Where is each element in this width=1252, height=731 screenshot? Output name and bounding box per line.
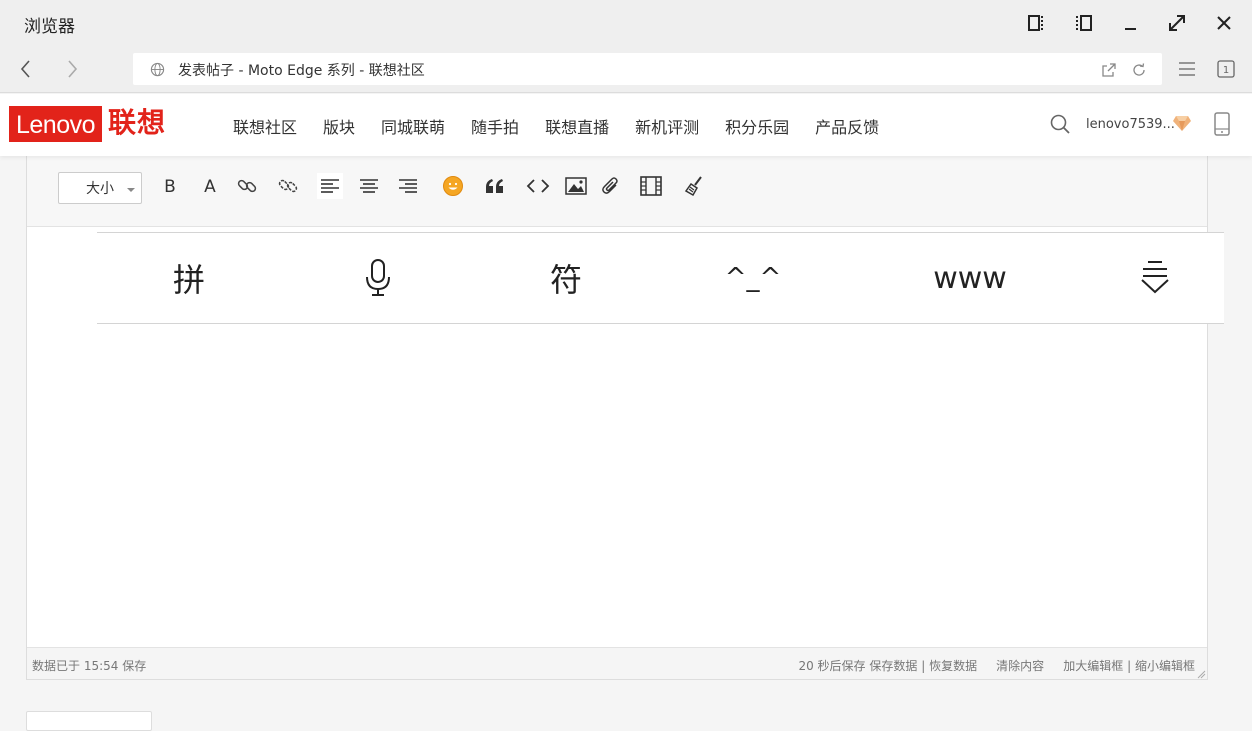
- emoji-icon[interactable]: [440, 173, 466, 199]
- emoticon-key[interactable]: ^_^: [708, 233, 798, 323]
- code-icon[interactable]: [525, 173, 551, 199]
- mic-icon[interactable]: [333, 233, 423, 323]
- chevron-down-icon: [127, 188, 135, 192]
- nav-item[interactable]: 版块: [323, 114, 355, 138]
- post-editor: 大小 B A 拼 符 ^_^ www 数据已于 15:54 保存 20 秒后保存…: [26, 156, 1224, 680]
- image-icon[interactable]: [563, 173, 589, 199]
- attachment-icon[interactable]: [598, 173, 624, 199]
- separator: |: [1127, 659, 1132, 673]
- hide-keyboard-icon[interactable]: [1110, 233, 1200, 323]
- unlink-icon[interactable]: [275, 173, 301, 199]
- nav-item[interactable]: 积分乐园: [725, 114, 789, 138]
- status-actions: 20 秒后保存 保存数据 | 恢复数据 清除内容 加大编辑框 | 缩小编辑框: [798, 657, 1195, 674]
- search-icon[interactable]: [1049, 113, 1071, 135]
- browser-toolbar: 发表帖子 - Moto Edge 系列 - 联想社区 1: [0, 46, 1252, 93]
- back-icon[interactable]: [15, 58, 37, 80]
- nav-item[interactable]: 随手拍: [471, 114, 519, 138]
- saved-status: 数据已于 15:54 保存: [32, 659, 147, 673]
- font-color-icon[interactable]: A: [197, 173, 223, 199]
- address-bar[interactable]: 发表帖子 - Moto Edge 系列 - 联想社区: [133, 53, 1162, 85]
- font-size-select[interactable]: 大小: [58, 172, 142, 204]
- close-icon[interactable]: [1213, 12, 1235, 34]
- lenovo-logo[interactable]: Lenovo 联想: [9, 106, 166, 142]
- gem-icon: [1172, 113, 1192, 133]
- pinyin-key[interactable]: 拼: [144, 233, 234, 323]
- site-header: Lenovo 联想 联想社区 版块 同城联萌 随手拍 联想直播 新机评测 积分乐…: [0, 94, 1252, 156]
- minimize-icon[interactable]: [1119, 12, 1141, 34]
- window-title: 浏览器: [24, 17, 75, 37]
- window-titlebar: 浏览器: [0, 0, 1252, 46]
- clear-format-icon[interactable]: [681, 173, 707, 199]
- tabs-button[interactable]: 1: [1215, 58, 1237, 80]
- font-size-label: 大小: [86, 181, 114, 197]
- autosave-countdown: 20 秒后保存: [798, 659, 866, 673]
- editor-statusbar: 数据已于 15:54 保存 20 秒后保存 保存数据 | 恢复数据 清除内容 加…: [27, 647, 1207, 679]
- shrink-editor-link[interactable]: 缩小编辑框: [1135, 659, 1195, 673]
- editor-toolbar: 大小 B A: [27, 156, 1207, 227]
- logo-cn: 联想: [108, 106, 167, 139]
- nav-item[interactable]: 新机评测: [635, 114, 699, 138]
- save-data-link[interactable]: 保存数据: [869, 659, 917, 673]
- separator: |: [921, 659, 926, 673]
- nav-item[interactable]: 联想直播: [545, 114, 609, 138]
- restore-data-link[interactable]: 恢复数据: [929, 659, 977, 673]
- refresh-icon[interactable]: [1130, 61, 1147, 78]
- menu-icon[interactable]: [1176, 58, 1198, 80]
- bold-icon[interactable]: B: [157, 173, 183, 199]
- nav-item[interactable]: 产品反馈: [815, 114, 879, 138]
- symbol-key[interactable]: 符: [521, 233, 611, 323]
- link-icon[interactable]: [234, 173, 260, 199]
- clear-content-link[interactable]: 清除内容: [996, 659, 1044, 673]
- quote-icon[interactable]: [482, 173, 508, 199]
- maximize-icon[interactable]: [1166, 12, 1188, 34]
- resize-grip-icon[interactable]: [1196, 668, 1206, 679]
- split-right-icon[interactable]: [1072, 12, 1094, 34]
- address-text: 发表帖子 - Moto Edge 系列 - 联想社区: [178, 63, 425, 79]
- svg-text:B: B: [164, 177, 176, 195]
- video-icon[interactable]: [638, 173, 664, 199]
- mobile-icon[interactable]: [1213, 111, 1231, 137]
- globe-icon: [149, 61, 166, 78]
- forward-icon[interactable]: [61, 58, 83, 80]
- split-left-icon[interactable]: [1026, 12, 1048, 34]
- main-nav: 联想社区 版块 同城联萌 随手拍 联想直播 新机评测 积分乐园 产品反馈: [233, 114, 905, 138]
- input-method-bar: 拼 符 ^_^ www: [97, 232, 1224, 324]
- username[interactable]: lenovo7539...: [1086, 117, 1175, 132]
- share-icon[interactable]: [1100, 61, 1117, 78]
- www-key[interactable]: www: [895, 233, 1045, 323]
- align-left-icon[interactable]: [317, 173, 343, 199]
- tab-count: 1: [1223, 65, 1229, 76]
- enlarge-editor-link[interactable]: 加大编辑框: [1063, 659, 1123, 673]
- partial-button[interactable]: [26, 711, 152, 731]
- align-center-icon[interactable]: [356, 173, 382, 199]
- logo-en: Lenovo: [9, 106, 103, 142]
- svg-text:A: A: [204, 177, 216, 195]
- nav-item[interactable]: 联想社区: [233, 114, 297, 138]
- nav-item[interactable]: 同城联萌: [381, 114, 445, 138]
- align-right-icon[interactable]: [395, 173, 421, 199]
